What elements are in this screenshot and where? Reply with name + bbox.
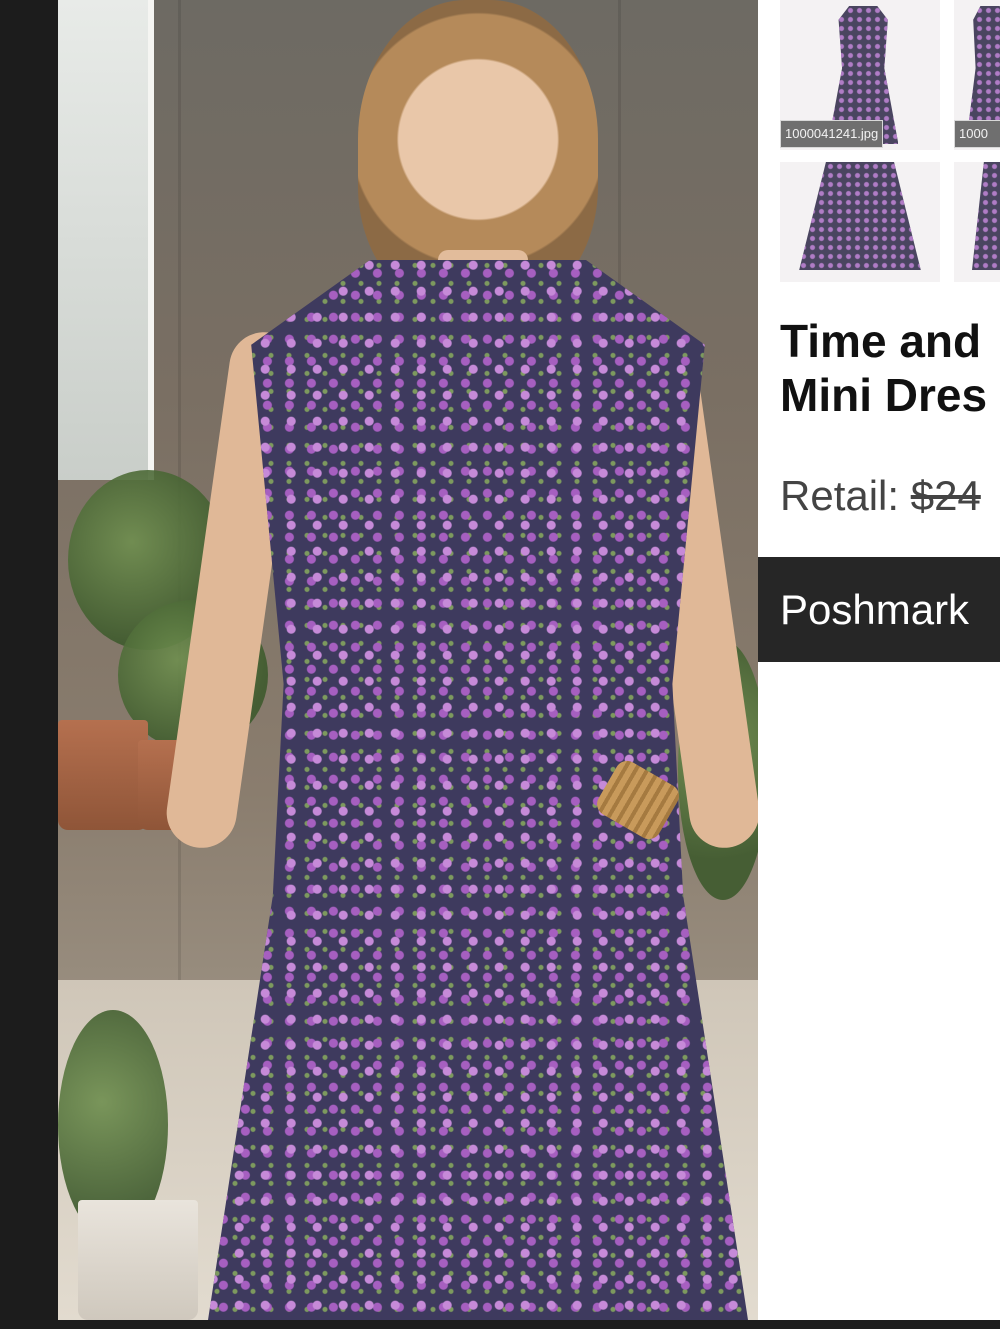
- poshmark-button[interactable]: Poshmark: [758, 557, 1000, 662]
- product-title-line1: Time and: [780, 315, 982, 367]
- thumbnail[interactable]: [780, 162, 940, 282]
- poshmark-button-label: Poshmark: [780, 585, 970, 633]
- flower-pot: [58, 720, 148, 830]
- thumbnail-filename: 1000: [954, 120, 1000, 148]
- skirt-thumbnail-image: [972, 162, 1000, 270]
- product-title-line2: Mini Dres: [780, 369, 988, 421]
- skirt-thumbnail-image: [799, 162, 921, 270]
- white-pot: [78, 1200, 198, 1320]
- product-title[interactable]: Time and Mini Dres: [780, 314, 1000, 422]
- retail-price-row: Retail: $24: [780, 472, 981, 520]
- product-panel: 1000041241.jpg 1000 Time and Mini Dres R…: [758, 0, 1000, 1329]
- thumbnail[interactable]: [954, 162, 1000, 282]
- bottom-frame: [58, 1320, 1000, 1329]
- retail-label: Retail:: [780, 472, 911, 519]
- hero-photo[interactable]: [58, 0, 758, 1320]
- retail-price: $24: [910, 472, 981, 519]
- window-background: [58, 0, 154, 480]
- left-frame: [0, 0, 58, 1329]
- thumbnail-filename: 1000041241.jpg: [780, 120, 884, 148]
